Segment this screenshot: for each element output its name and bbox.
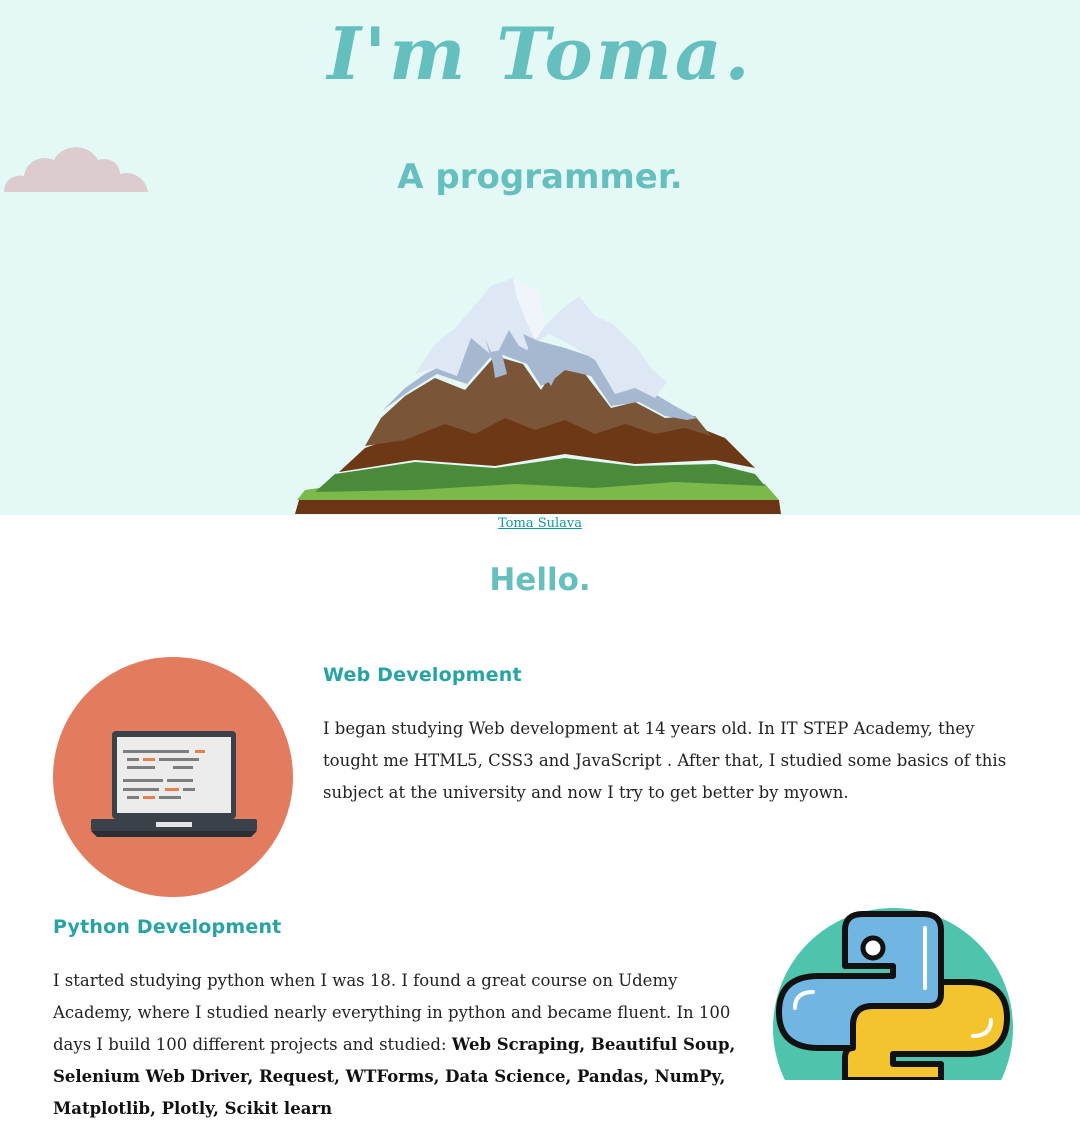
hero-section: I'm Toma. A programmer. bbox=[0, 0, 1080, 515]
intro-heading: Hello. bbox=[489, 562, 591, 598]
author-link[interactable]: Toma Sulava bbox=[498, 516, 582, 531]
mountain-icon bbox=[295, 278, 781, 514]
python-logo-icon bbox=[773, 908, 1013, 1080]
python-development-text: I started studying python when I was 18.… bbox=[53, 965, 743, 1125]
hero-subtitle: A programmer. bbox=[397, 157, 683, 197]
python-development-heading: Python Development bbox=[53, 916, 282, 938]
laptop-icon bbox=[53, 657, 293, 897]
hero-title: I'm Toma. bbox=[327, 11, 753, 96]
web-development-heading: Web Development bbox=[323, 664, 522, 686]
web-development-text: I began studying Web development at 14 y… bbox=[323, 719, 1007, 802]
author-link-container: Toma Sulava bbox=[0, 514, 1080, 534]
